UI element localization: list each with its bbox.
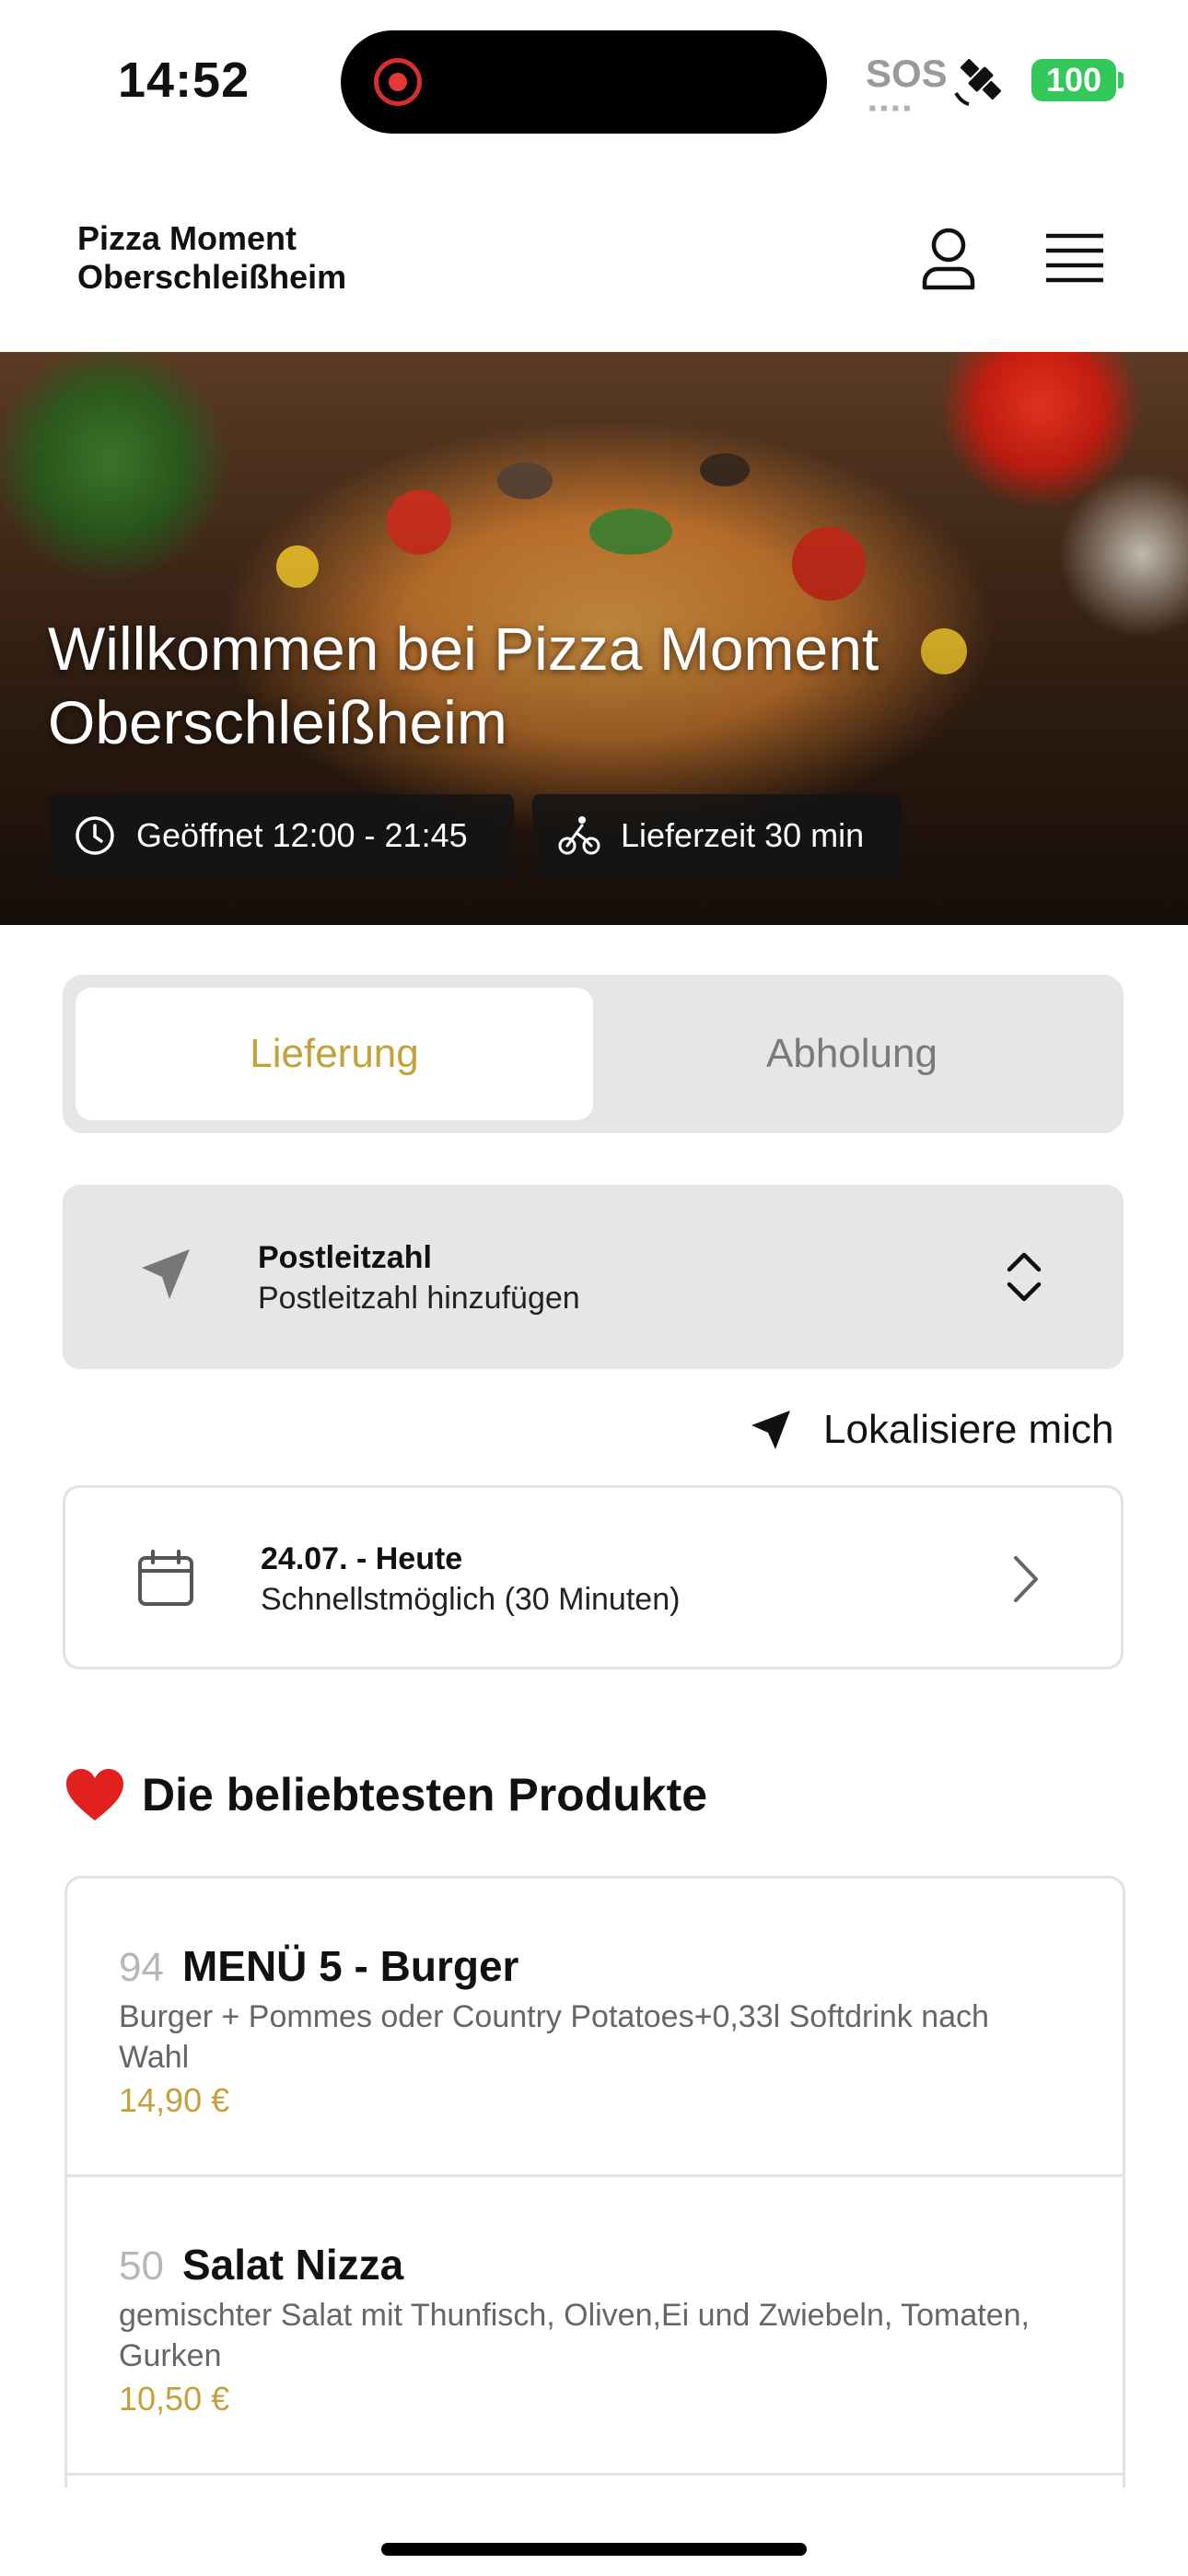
calendar-icon: [138, 1550, 193, 1606]
delivery-time-badge: Lieferzeit 30 min: [532, 794, 901, 877]
menu-icon[interactable]: [1044, 232, 1105, 284]
opening-hours-badge: Geöffnet 12:00 - 21:45: [48, 794, 514, 877]
product-item[interactable]: 94 MENÜ 5 - Burger Burger + Pommes oder …: [67, 1879, 1123, 2177]
brand-line-1: Pizza Moment: [77, 219, 297, 257]
product-number: 50: [119, 2243, 164, 2289]
recording-dot-icon: [374, 58, 422, 106]
popular-products-heading: Die beliebtesten Produkte: [64, 1767, 707, 1822]
hero-title-line-1: Willkommen bei Pizza Moment: [48, 615, 879, 683]
status-bar: 14:52 SOS ▪▪▪▪ 100: [0, 0, 1188, 157]
product-item[interactable]: 50 Salat Nizza gemischter Salat mit Thun…: [67, 2177, 1123, 2476]
tab-delivery[interactable]: Lieferung: [76, 988, 593, 1120]
product-description: gemischter Salat mit Thunfisch, Oliven,E…: [119, 2298, 1030, 2373]
postal-code-placeholder: Postleitzahl hinzufügen: [258, 1281, 580, 1316]
app-header: Pizza Moment Oberschleißheim: [0, 157, 1188, 352]
chevron-up-down-icon: [1007, 1252, 1042, 1302]
satellite-icon: [954, 58, 1002, 106]
delivery-time-option: Schnellstmöglich (30 Minuten): [261, 1582, 681, 1617]
heart-icon: [66, 1769, 123, 1821]
delivery-time-selector[interactable]: 24.07. - Heute Schnellstmöglich (30 Minu…: [63, 1485, 1124, 1669]
restaurant-brand[interactable]: Pizza Moment Oberschleißheim: [77, 219, 346, 297]
location-arrow-icon: [751, 1411, 790, 1449]
navigation-arrow-icon: [142, 1249, 190, 1299]
popular-products-title: Die beliebtesten Produkte: [142, 1769, 708, 1821]
product-description: Burger + Pommes oder Country Potatoes+0,…: [119, 1999, 989, 2075]
bike-courier-icon: [558, 816, 600, 855]
product-list: 94 MENÜ 5 - Burger Burger + Pommes oder …: [64, 1876, 1125, 2488]
product-name: Salat Nizza: [181, 2241, 404, 2289]
brand-line-2: Oberschleißheim: [77, 258, 347, 296]
battery-tip: [1118, 72, 1124, 88]
clock-icon: [76, 816, 114, 855]
postal-code-label: Postleitzahl: [258, 1240, 432, 1275]
product-price: 10,50 €: [119, 2380, 230, 2418]
product-price: 14,90 €: [119, 2081, 230, 2119]
battery-icon: 100: [1031, 59, 1116, 101]
delivery-time-text: Lieferzeit 30 min: [621, 816, 865, 854]
sos-indicator: SOS: [866, 52, 948, 95]
delivery-date: 24.07. - Heute: [261, 1541, 463, 1576]
locate-me-label: Lokalisiere mich: [823, 1407, 1114, 1452]
status-time: 14:52: [118, 53, 250, 108]
signal-dots-icon: ▪▪▪▪: [868, 96, 915, 121]
user-icon[interactable]: [919, 227, 978, 291]
hero-banner: Willkommen bei Pizza Moment Oberschleißh…: [0, 352, 1188, 925]
order-mode-toggle: Lieferung Abholung: [63, 975, 1124, 1133]
chevron-right-icon: [1014, 1556, 1038, 1602]
tab-pickup[interactable]: Abholung: [593, 988, 1111, 1120]
hero-title: Willkommen bei Pizza Moment Oberschleißh…: [48, 612, 1135, 759]
opening-hours-text: Geöffnet 12:00 - 21:45: [136, 816, 468, 854]
home-indicator[interactable]: [381, 2543, 807, 2556]
product-number: 94: [119, 1945, 164, 1990]
hero-title-line-2: Oberschleißheim: [48, 688, 507, 756]
postal-code-selector[interactable]: Postleitzahl Postleitzahl hinzufügen: [63, 1185, 1124, 1369]
product-name: MENÜ 5 - Burger: [181, 1942, 519, 1990]
locate-me-button[interactable]: Lokalisiere mich: [748, 1400, 1113, 1459]
dynamic-island: [341, 30, 827, 134]
